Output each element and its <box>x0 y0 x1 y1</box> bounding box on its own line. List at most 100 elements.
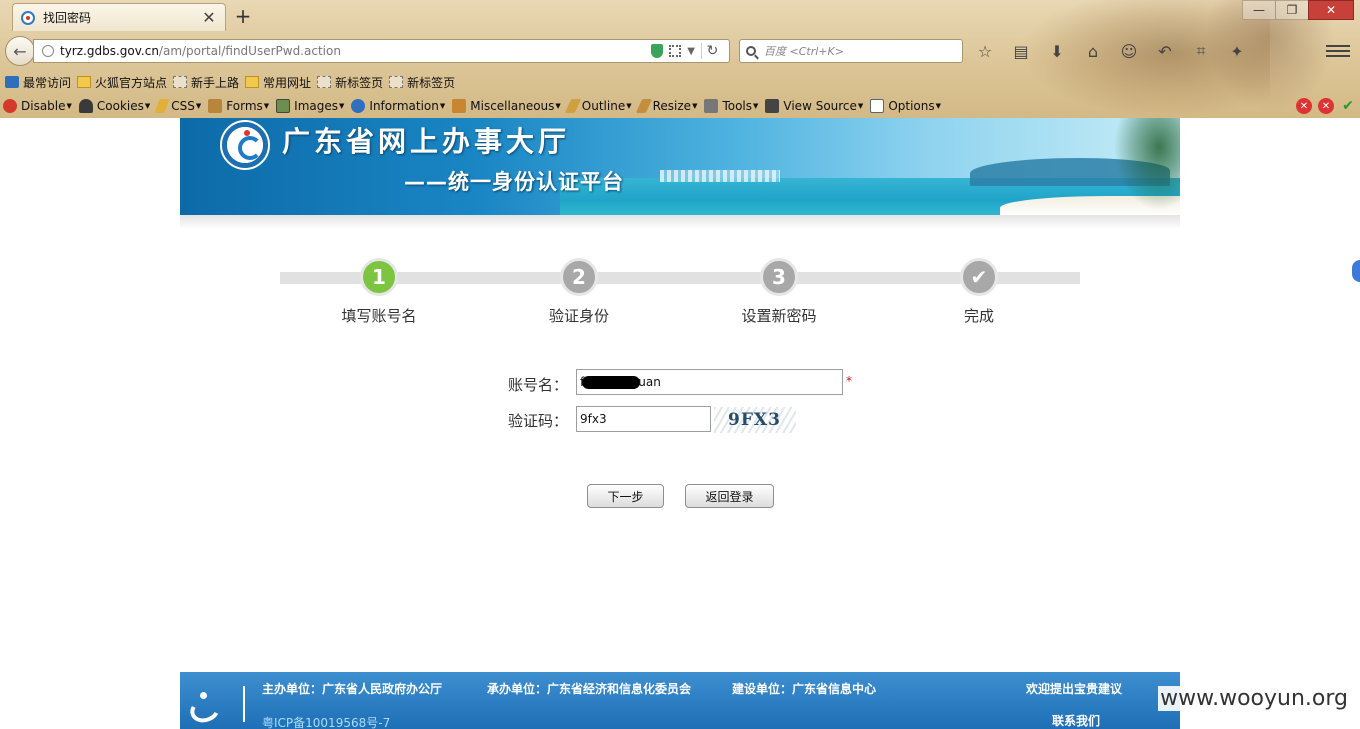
step-fill-account: 1 填写账号名 <box>319 258 439 326</box>
dev-menu-images[interactable]: Images ▼ <box>276 99 344 113</box>
address-bar[interactable]: tyrz.gdbs.gov.cn/am/portal/findUserPwd.a… <box>33 39 730 63</box>
step-label: 设置新密码 <box>741 307 817 325</box>
addon-icon[interactable]: ✦ <box>1224 40 1250 62</box>
required-mark: * <box>846 374 852 388</box>
caret-down-icon: ▼ <box>753 102 759 110</box>
tab-title: 找回密码 <box>43 11 92 25</box>
resize-ruler-icon <box>635 99 652 113</box>
account-value-end: uan <box>638 375 661 389</box>
bookmark-label: 常用网址 <box>263 75 312 90</box>
bookmark-star-icon[interactable]: ☆ <box>972 40 998 62</box>
crop-icon[interactable]: ⌗ <box>1188 40 1214 62</box>
dev-menu-label: Options <box>888 99 935 113</box>
bookmark-getting-started[interactable]: 新手上路 <box>173 74 239 91</box>
new-tab-button[interactable]: + <box>232 4 254 28</box>
close-window-button[interactable]: ✕ <box>1308 0 1354 20</box>
home-icon[interactable]: ⌂ <box>1080 40 1106 62</box>
next-step-button[interactable]: 下一步 <box>587 484 664 508</box>
error-icon[interactable]: ✕ <box>1296 98 1312 114</box>
folder-icon <box>77 76 92 88</box>
star-icon <box>5 76 19 88</box>
dev-menu-label: Images <box>294 99 339 113</box>
side-widget[interactable] <box>1352 260 1360 282</box>
feedback-link[interactable]: 欢迎提出宝贵建议 <box>1026 680 1122 697</box>
caret-down-icon: ▼ <box>935 102 942 110</box>
icp-license-link[interactable]: 粤ICP备10019568号-7 <box>262 714 390 729</box>
step-complete: ✔ 完成 <box>919 258 1039 326</box>
captcha-input[interactable]: 9fx3 <box>576 406 711 432</box>
footer-logo-icon <box>186 690 218 720</box>
download-icon[interactable]: ⬇ <box>1044 40 1070 62</box>
dev-menu-label: Disable <box>21 99 66 113</box>
disable-icon <box>3 99 17 113</box>
minimize-button[interactable]: — <box>1242 0 1276 20</box>
error-icon-2[interactable]: ✕ <box>1318 98 1334 114</box>
undo-icon[interactable]: ↶ <box>1152 40 1178 62</box>
caret-down-icon: ▼ <box>626 102 632 110</box>
page-icon <box>317 76 332 88</box>
bookmark-label: 火狐官方站点 <box>95 75 168 90</box>
window-controls: — ❐ ✕ <box>1242 0 1354 20</box>
bookmarks-toolbar: 最常访问 火狐官方站点 新手上路 常用网址 新标签页 新标签页 <box>0 72 461 92</box>
page-icon <box>173 76 188 88</box>
dev-status-icons: ✕ ✕ ✔ <box>1296 98 1356 114</box>
bookmark-new-tab-1[interactable]: 新标签页 <box>317 74 383 91</box>
dev-menu-forms[interactable]: Forms ▼ <box>208 99 269 113</box>
qr-code-icon[interactable] <box>669 45 682 57</box>
dev-menu-disable[interactable]: Disable ▼ <box>3 99 72 113</box>
dev-menu-information[interactable]: Information ▼ <box>351 99 445 113</box>
reading-list-icon[interactable]: ▤ <box>1008 40 1034 62</box>
dev-menu-outline[interactable]: Outline ▼ <box>564 99 632 113</box>
dev-menu-label: Cookies <box>96 99 144 113</box>
account-label: 账号名： <box>507 376 568 394</box>
dev-menu-view-source[interactable]: View Source ▼ <box>765 99 863 113</box>
dev-menu-tools[interactable]: Tools ▼ <box>704 99 758 113</box>
dev-menu-css[interactable]: CSS ▼ <box>154 99 201 113</box>
footer-organizer: 承办单位：广东省经济和信息化委员会 <box>487 682 692 696</box>
close-tab-icon[interactable]: ✕ <box>201 8 217 27</box>
search-bar[interactable]: 百度 <Ctrl+K> <box>739 39 963 63</box>
page-icon <box>389 76 404 88</box>
url-text[interactable]: tyrz.gdbs.gov.cn/am/portal/findUserPwd.a… <box>60 44 651 58</box>
dev-menu-cookies[interactable]: Cookies ▼ <box>78 99 150 113</box>
smiley-icon[interactable]: ☺ <box>1116 40 1142 62</box>
account-name-input[interactable]: fuan <box>576 369 843 395</box>
dev-menu-label: Tools <box>722 99 753 113</box>
caret-down-icon: ▼ <box>439 102 446 110</box>
restore-button[interactable]: ❐ <box>1275 0 1309 20</box>
captcha-label: 验证码： <box>507 412 568 430</box>
site-banner: 广东省网上办事大厅 ——统一身份认证平台 <box>180 118 1180 215</box>
dev-menu-options[interactable]: Options ▼ <box>870 99 941 113</box>
captcha-image[interactable]: 9FX3 <box>714 407 796 433</box>
shield-icon[interactable] <box>651 44 664 58</box>
footer-divider <box>243 686 245 722</box>
dev-menu-label: Outline <box>581 99 626 113</box>
dev-menu-miscellaneous[interactable]: Miscellaneous ▼ <box>452 99 561 113</box>
dev-menu-label: Information <box>369 99 439 113</box>
step-label: 验证身份 <box>548 307 609 325</box>
back-to-login-button[interactable]: 返回登录 <box>685 484 774 508</box>
caret-down-icon: ▼ <box>66 102 72 110</box>
bookmark-new-tab-2[interactable]: 新标签页 <box>389 74 455 91</box>
checkmark-icon[interactable]: ✔ <box>1340 98 1356 114</box>
cookies-icon <box>78 99 93 113</box>
bookmark-label: 新标签页 <box>335 75 384 90</box>
dev-menu-resize[interactable]: Resize ▼ <box>635 99 697 113</box>
browser-tab[interactable]: 找回密码 ✕ <box>12 3 226 31</box>
hamburger-menu-icon[interactable] <box>1326 40 1350 62</box>
folder-icon <box>245 76 260 88</box>
forms-clipboard-icon <box>208 99 223 113</box>
dev-menu-label: View Source <box>783 99 857 113</box>
chevron-down-icon[interactable]: ▼ <box>687 46 695 57</box>
site-subtitle: ——统一身份认证平台 <box>404 170 624 194</box>
reload-icon[interactable]: ↻ <box>701 43 723 59</box>
bookmark-firefox-official[interactable]: 火狐官方站点 <box>77 74 167 91</box>
bookmark-common-sites[interactable]: 常用网址 <box>245 74 311 91</box>
back-button[interactable]: ← <box>5 36 35 66</box>
tools-wrench-icon <box>704 99 719 113</box>
bookmark-most-visited[interactable]: 最常访问 <box>5 74 71 91</box>
step-label: 填写账号名 <box>341 307 417 325</box>
contact-us-link[interactable]: 联系我们 <box>1052 712 1100 729</box>
view-source-icon <box>765 99 780 113</box>
caret-down-icon: ▼ <box>555 102 561 110</box>
